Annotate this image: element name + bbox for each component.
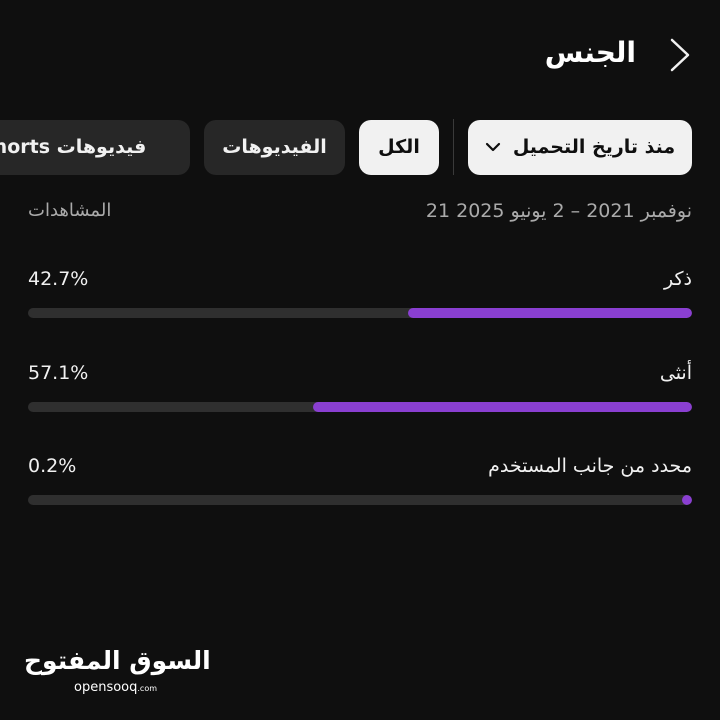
chevron-down-icon xyxy=(485,142,500,152)
bar-fill xyxy=(408,308,692,318)
row-label: محدد من جانب المستخدم xyxy=(488,455,692,477)
filter-chips: منذ تاريخ التحميل الكل الفيديوهات فيديوه… xyxy=(0,119,692,175)
row-percentage: 0.2% xyxy=(28,455,77,477)
row-percentage: 42.7% xyxy=(28,268,89,290)
meta-row: 21 نوفمبر 2021 – 2 يونيو 2025 المشاهدات xyxy=(28,200,692,228)
date-range-dropdown[interactable]: منذ تاريخ التحميل xyxy=(468,119,692,175)
watermark-latin: opensooq.com xyxy=(74,680,158,695)
bar-track xyxy=(28,308,692,318)
chip-divider xyxy=(453,119,454,175)
page-title: الجنس xyxy=(544,36,636,69)
date-range-dropdown-label: منذ تاريخ التحميل xyxy=(512,136,676,158)
chip-shorts[interactable]: فيديوهات Shorts xyxy=(0,119,190,175)
date-range-text: 21 نوفمبر 2021 – 2 يونيو 2025 xyxy=(425,200,692,222)
chip-videos[interactable]: الفيديوهات xyxy=(204,119,345,175)
bar-fill xyxy=(312,402,692,412)
bar-track xyxy=(28,495,692,505)
breakdown-row-female: أنثى 57.1% xyxy=(28,362,692,418)
views-column-label: المشاهدات xyxy=(28,200,112,221)
bar-fill xyxy=(682,495,692,505)
row-label: أنثى xyxy=(659,362,692,384)
opensooq-watermark-logo: السوق المفتوح opensooq.com xyxy=(24,646,211,698)
bar-track xyxy=(28,402,692,412)
breakdown-row-male: ذكر 42.7% xyxy=(28,268,692,324)
row-label: ذكر xyxy=(664,268,692,290)
back-button[interactable] xyxy=(664,36,694,74)
watermark-arabic: السوق المفتوح xyxy=(24,646,211,675)
row-percentage: 57.1% xyxy=(28,362,89,384)
chip-all[interactable]: الكل xyxy=(359,119,439,175)
breakdown-row-user-specified: محدد من جانب المستخدم 0.2% xyxy=(28,455,692,511)
chevron-right-icon xyxy=(670,38,690,72)
header-bar: الجنس xyxy=(0,30,720,80)
